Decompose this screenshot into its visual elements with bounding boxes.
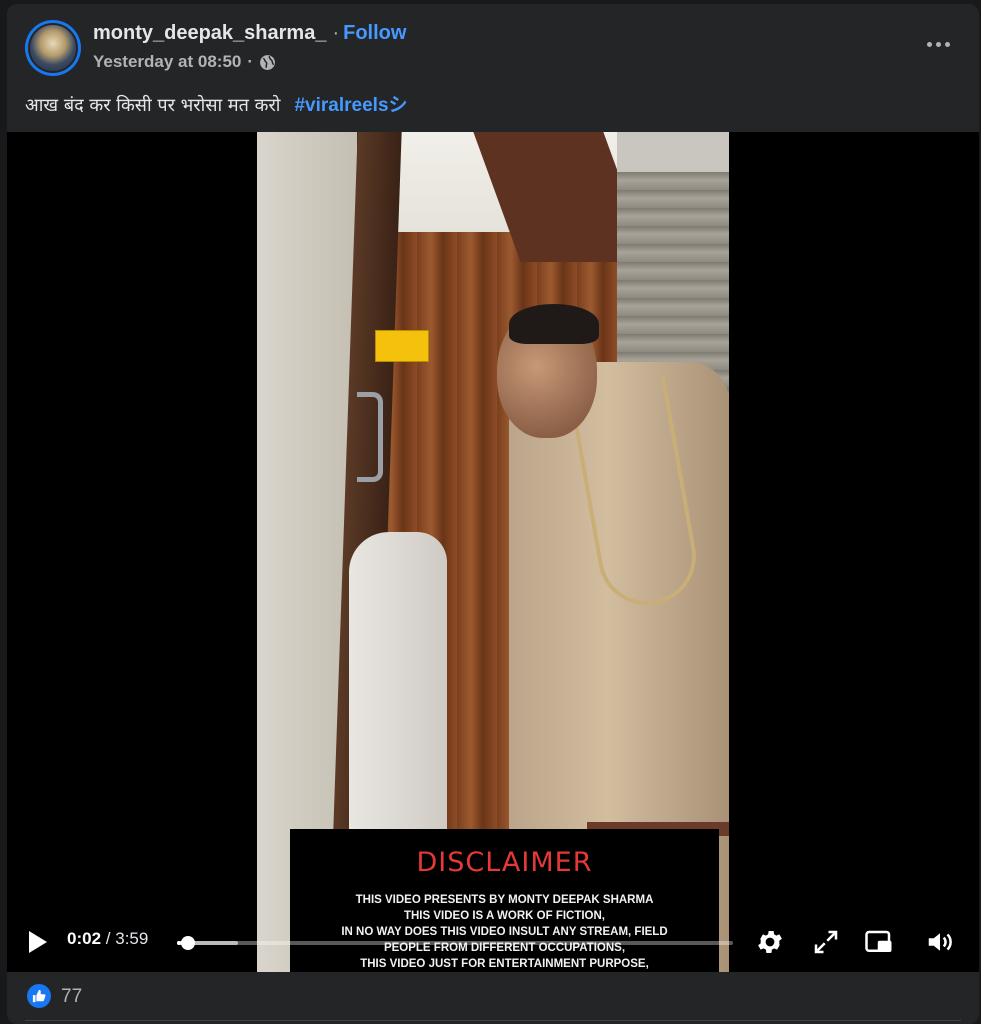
like-icon[interactable]	[27, 984, 51, 1008]
avatar[interactable]	[25, 20, 81, 76]
separator-dot: ·	[332, 22, 340, 44]
disclaimer-title: DISCLAIMER	[416, 847, 593, 878]
volume-icon[interactable]	[925, 927, 955, 957]
reactions-bar: 77	[7, 972, 979, 1024]
follow-button[interactable]: Follow	[343, 22, 406, 44]
settings-icon[interactable]	[755, 927, 785, 957]
current-time: 0:02	[67, 929, 102, 948]
time-separator: /	[105, 929, 111, 948]
door-sign	[375, 330, 429, 362]
avatar-image	[28, 23, 78, 73]
more-horizontal-icon[interactable]	[925, 34, 951, 54]
video-player[interactable]: DISCLAIMER THIS VIDEO PRESENTS BY MONTY …	[7, 132, 979, 972]
door-handle	[357, 392, 383, 482]
caption-text: आख बंद कर किसी पर भरोसा मत करो	[25, 95, 281, 116]
progress-bar[interactable]	[177, 936, 733, 950]
like-count[interactable]: 77	[61, 986, 82, 1008]
duration: 3:59	[115, 929, 149, 948]
play-icon[interactable]	[29, 931, 47, 953]
post-card: monty_deepak_sharma_ · Follow Yesterday at…	[7, 4, 979, 1024]
footer-divider	[25, 1020, 961, 1021]
disclaimer-line: THIS VIDEO PRESENTS BY MONTY DEEPAK SHAR…	[355, 894, 654, 906]
fullscreen-icon[interactable]	[811, 927, 841, 957]
post-caption: आख बंद कर किसी पर भरोसा मत करो #viralreel…	[25, 90, 408, 117]
post-meta: Yesterday at 08:50 ·	[93, 52, 276, 72]
time-display: 0:02 / 3:59	[67, 929, 148, 949]
picture-in-picture-icon[interactable]	[864, 927, 894, 957]
author-name[interactable]: monty_deepak_sharma_	[93, 22, 326, 44]
hashtag-link[interactable]: #viralreelsシ	[294, 95, 407, 116]
post-header: monty_deepak_sharma_ · Follow Yesterday at…	[7, 4, 979, 132]
timestamp[interactable]: Yesterday at 08:50	[93, 52, 241, 72]
author-line: monty_deepak_sharma_ · Follow	[93, 22, 406, 45]
meta-separator: ·	[247, 52, 254, 71]
globe-icon[interactable]	[259, 54, 276, 71]
scrubber-handle[interactable]	[181, 936, 196, 950]
video-controls: 0:02 / 3:59	[7, 910, 979, 972]
